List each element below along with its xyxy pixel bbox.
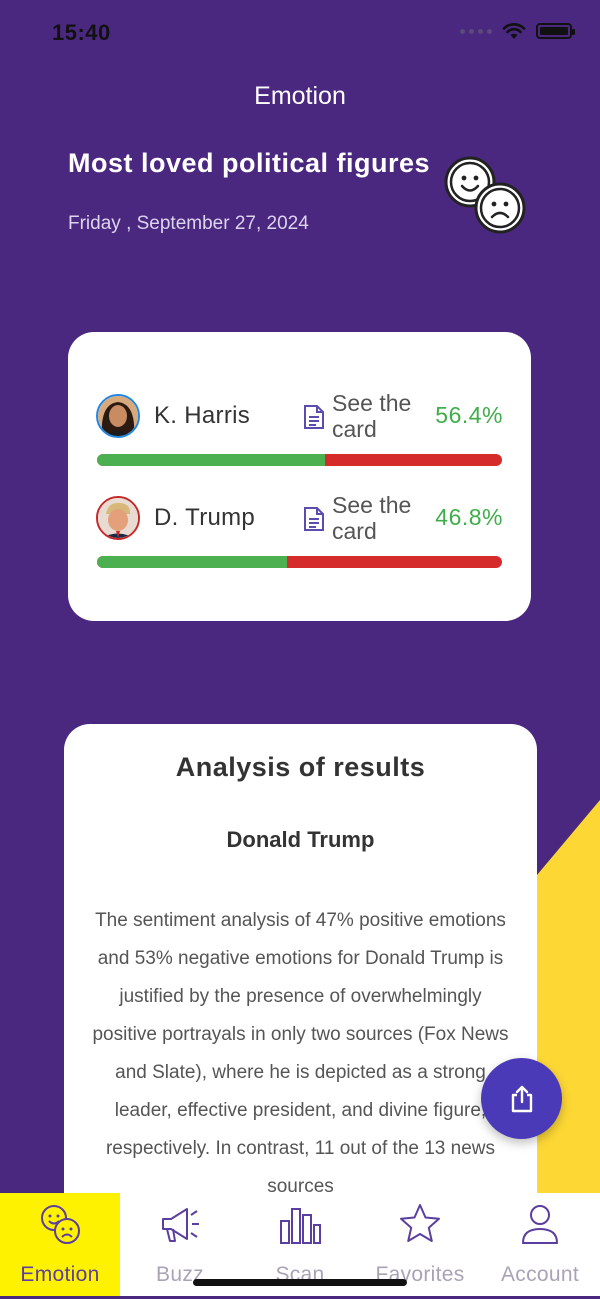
- percent-value: 46.8%: [435, 504, 503, 530]
- tab-label: Account: [501, 1263, 579, 1286]
- person-name: D. Trump: [154, 504, 256, 531]
- user-icon: [522, 1205, 558, 1244]
- star-icon: [400, 1204, 440, 1242]
- ranking-card: K. Harris See the card 56.4% D. Trump Se…: [68, 332, 531, 621]
- battery-icon: [536, 23, 575, 39]
- tab-emotion[interactable]: Emotion: [0, 1193, 120, 1299]
- share-icon: [511, 1085, 532, 1112]
- status-time: 15:40: [52, 20, 111, 45]
- status-bar: 15:40: [0, 0, 600, 66]
- see-card-link[interactable]: See the card: [332, 390, 432, 442]
- analysis-text: The sentiment analysis of 47% positive e…: [92, 910, 509, 1197]
- wifi-icon: [502, 23, 526, 39]
- sentiment-bar-fill: [97, 556, 287, 568]
- analysis-subject: Donald Trump: [226, 827, 375, 852]
- happy-sad-faces-icon: [444, 156, 526, 234]
- sentiment-bar: [97, 454, 502, 466]
- decorative-yellow-shape: [537, 800, 600, 1200]
- page-heading: Most loved political figures: [68, 148, 431, 178]
- sentiment-bar: [97, 556, 502, 568]
- page-date: Friday , September 27, 2024: [68, 213, 309, 234]
- signal-icon: [460, 28, 492, 34]
- see-card-link[interactable]: See the card: [332, 492, 432, 544]
- percent-value: 56.4%: [435, 402, 503, 428]
- status-icons: [460, 22, 575, 40]
- person-name: K. Harris: [154, 402, 251, 429]
- analysis-title: Analysis of results: [175, 752, 426, 782]
- share-button[interactable]: [481, 1058, 562, 1139]
- home-indicator: [193, 1279, 407, 1286]
- header-title: Emotion: [254, 82, 346, 110]
- emotion-faces-icon: [41, 1205, 80, 1244]
- ranking-row-harris[interactable]: K. Harris See the card 56.4%: [96, 390, 503, 474]
- tab-label: Emotion: [20, 1263, 100, 1286]
- sentiment-bar-fill: [97, 454, 326, 466]
- document-icon: [304, 405, 324, 429]
- ranking-row-trump[interactable]: D. Trump See the card 46.8%: [96, 492, 503, 576]
- megaphone-icon: [162, 1208, 199, 1242]
- tab-account[interactable]: Account: [480, 1193, 600, 1299]
- bar-chart-icon: [280, 1208, 321, 1244]
- document-icon: [304, 507, 324, 531]
- avatar-trump: [96, 496, 140, 540]
- avatar-harris: [96, 394, 140, 438]
